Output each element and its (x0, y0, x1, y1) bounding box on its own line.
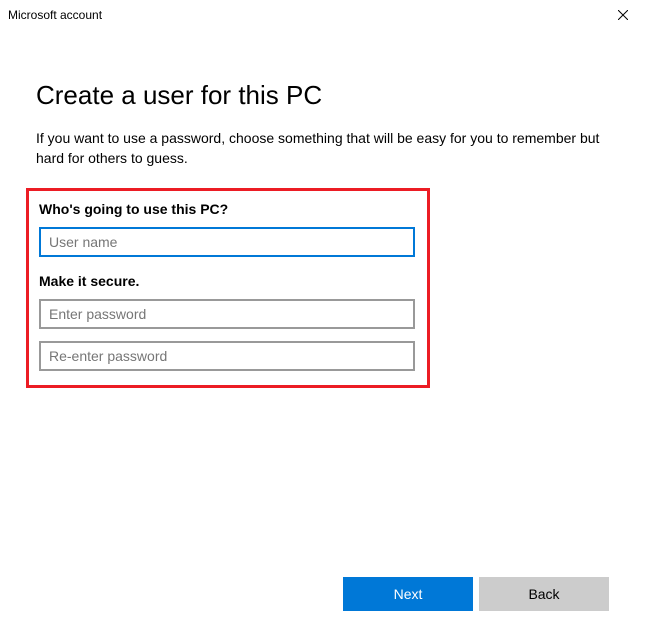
close-icon (618, 10, 628, 20)
username-input[interactable] (39, 227, 415, 257)
window-title: Microsoft account (8, 8, 102, 22)
form-highlight-box: Who's going to use this PC? Make it secu… (26, 188, 430, 388)
section-label-user: Who's going to use this PC? (39, 201, 417, 217)
footer-buttons: Next Back (343, 577, 609, 611)
titlebar: Microsoft account (0, 0, 645, 30)
confirm-password-input[interactable] (39, 341, 415, 371)
content-area: Create a user for this PC If you want to… (0, 30, 645, 388)
page-subtext: If you want to use a password, choose so… (36, 129, 609, 168)
password-input[interactable] (39, 299, 415, 329)
page-title: Create a user for this PC (36, 80, 609, 111)
next-button[interactable]: Next (343, 577, 473, 611)
section-label-secure: Make it secure. (39, 273, 417, 289)
close-button[interactable] (600, 0, 645, 30)
back-button[interactable]: Back (479, 577, 609, 611)
